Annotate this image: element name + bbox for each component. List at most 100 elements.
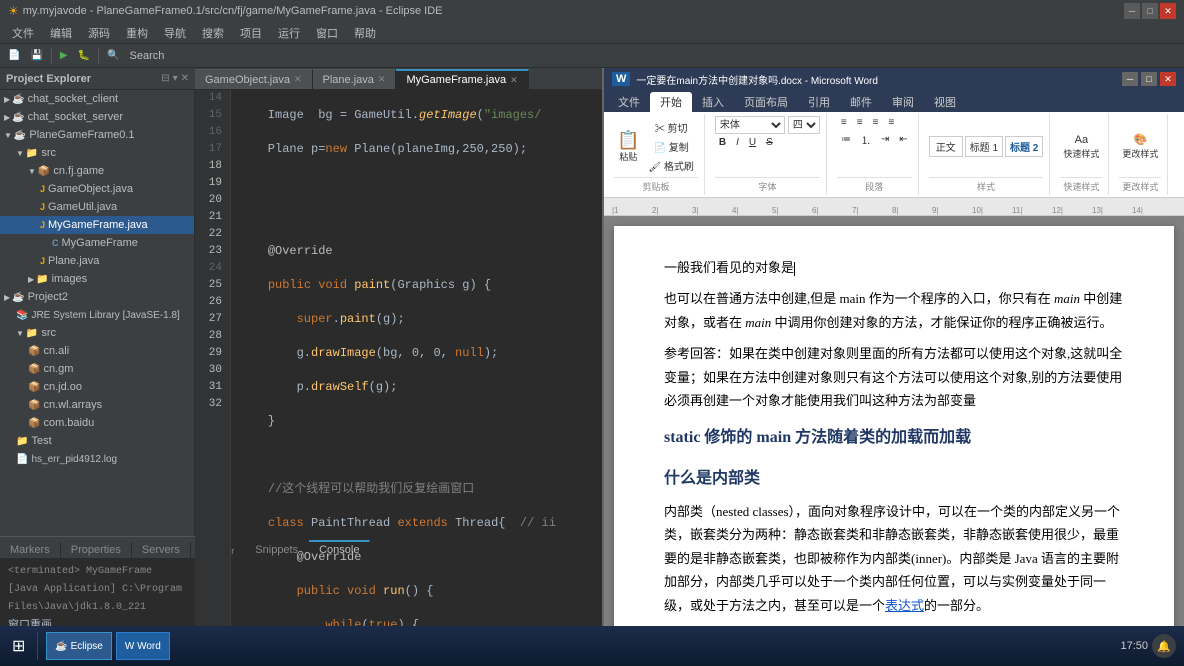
eclipse-close-btn[interactable]: ✕ [1160, 3, 1176, 19]
taskbar-eclipse-btn[interactable]: ☕ Eclipse [46, 632, 111, 660]
tb-new-btn[interactable]: 📄 [4, 47, 24, 65]
ribbon-style-normal-btn[interactable]: 正文 [929, 136, 963, 157]
sidebar-item-gameutil[interactable]: J GameUtil.java [0, 198, 194, 216]
menu-search[interactable]: 搜索 [194, 23, 232, 43]
ribbon-tab-ref[interactable]: 引用 [798, 92, 840, 112]
ribbon-align-right-btn[interactable]: ≡ [869, 116, 883, 129]
code-content[interactable]: Image bg = GameUtil.getImage("images/ Pl… [231, 90, 602, 644]
ribbon-strikethrough-btn[interactable]: S [762, 136, 777, 149]
tab-close-icon[interactable]: ✕ [510, 75, 518, 86]
inner-link[interactable]: 表达式 [885, 598, 924, 613]
ribbon-align-left-btn[interactable]: ≡ [837, 116, 851, 129]
word-doc-area[interactable]: 一般我们看见的对象是 也可以在普通方法中创建,但是 main 作为一个程序的入口… [604, 216, 1184, 646]
sidebar-item-cngm[interactable]: 📦 cn.gm [0, 360, 194, 378]
tab-mygameframe[interactable]: MyGameFrame.java ✕ [396, 69, 528, 89]
tab-markers[interactable]: Markers [0, 542, 61, 558]
menu-run[interactable]: 运行 [270, 23, 308, 43]
sidebar-item-images[interactable]: ▶ 📁 images [0, 270, 194, 288]
eclipse-maximize-btn[interactable]: □ [1142, 3, 1158, 19]
sidebar-collapse-icon[interactable]: ⊟ [161, 73, 169, 84]
ribbon-tab-review[interactable]: 审阅 [882, 92, 924, 112]
word-close-btn[interactable]: ✕ [1160, 72, 1176, 86]
sidebar-item-src[interactable]: ▼ 📁 src [0, 144, 194, 162]
sidebar-item-jre[interactable]: 📚 JRE System Library [JavaSE-1.8] [0, 306, 194, 324]
taskbar-notification[interactable]: 🔔 [1152, 634, 1176, 658]
menu-navigate[interactable]: 导航 [156, 23, 194, 43]
tab-properties[interactable]: Properties [61, 542, 132, 558]
sidebar-item-gameobject[interactable]: J GameObject.java [0, 180, 194, 198]
tab-gameobject[interactable]: GameObject.java ✕ [195, 69, 313, 89]
project-icon: ☕ [14, 130, 26, 141]
ribbon-outdent-btn[interactable]: ⇤ [895, 131, 911, 148]
menu-help[interactable]: 帮助 [346, 23, 384, 43]
sidebar-item-combaidu[interactable]: 📦 com.baidu [0, 414, 194, 432]
ribbon-numlist-btn[interactable]: ⒈ [857, 131, 875, 148]
ribbon-tab-page[interactable]: 页面布局 [734, 92, 798, 112]
sidebar-item-mygameframe-class[interactable]: C MyGameFrame [0, 234, 194, 252]
ribbon-changestyle-btn[interactable]: 🎨 更改样式 [1119, 132, 1161, 161]
tb-debug-btn[interactable]: 🐛 [74, 47, 94, 65]
ribbon-tab-mail[interactable]: 邮件 [840, 92, 882, 112]
project-icon: ☕ [12, 112, 24, 123]
eclipse-minimize-btn[interactable]: ─ [1124, 3, 1140, 19]
font-size-select[interactable]: 四号 [788, 116, 820, 134]
ribbon-tab-insert[interactable]: 插入 [692, 92, 734, 112]
sidebar-item-chat-server[interactable]: ▶ ☕ chat_socket_server [0, 108, 194, 126]
word-maximize-btn[interactable]: □ [1141, 72, 1157, 86]
ribbon-bold-btn[interactable]: B [715, 136, 730, 149]
menu-source[interactable]: 源码 [80, 23, 118, 43]
sidebar-item-cnwlarrays[interactable]: 📦 cn.wl.arrays [0, 396, 194, 414]
sidebar-item-test[interactable]: 📁 Test [0, 432, 194, 450]
ribbon-tab-view[interactable]: 视图 [924, 92, 966, 112]
sidebar-item-planegame[interactable]: ▼ ☕ PlaneGameFrame0.1 [0, 126, 194, 144]
menu-window[interactable]: 窗口 [308, 23, 346, 43]
start-button[interactable]: ⊞ [8, 632, 29, 660]
taskbar-word-btn[interactable]: W Word [116, 632, 170, 660]
ribbon-quickstyle-btn[interactable]: Aa 快速样式 [1060, 133, 1102, 161]
ribbon-paste-btn[interactable]: 📋 粘贴 [614, 130, 642, 164]
arrow-icon: ▶ [28, 275, 34, 284]
ribbon-underline-btn[interactable]: U [745, 136, 760, 149]
sidebar-item-src2[interactable]: ▼ 📁 src [0, 324, 194, 342]
font-label: 字体 [715, 177, 820, 193]
tb-search-btn[interactable]: 🔍 [103, 47, 123, 65]
tab-close-icon[interactable]: ✕ [378, 74, 386, 85]
menu-refactor[interactable]: 重构 [118, 23, 156, 43]
ribbon-style-h2-btn[interactable]: 标题 2 [1005, 136, 1043, 157]
ribbon-tab-home[interactable]: 开始 [650, 92, 692, 112]
ribbon-align-center-btn[interactable]: ≡ [853, 116, 867, 129]
sidebar-item-chat-client[interactable]: ▶ ☕ chat_socket_client [0, 90, 194, 108]
menu-file[interactable]: 文件 [4, 23, 42, 43]
tab-servers[interactable]: Servers [132, 542, 191, 558]
sidebar-item-package[interactable]: ▼ 📦 cn.fj.game [0, 162, 194, 180]
menu-project[interactable]: 项目 [232, 23, 270, 43]
sidebar-item-errlog[interactable]: 📄 hs_err_pid4912.log [0, 450, 194, 468]
ribbon-justify-btn[interactable]: ≡ [884, 116, 898, 129]
eclipse-window-controls[interactable]: ─ □ ✕ [1124, 3, 1176, 19]
tab-close-icon[interactable]: ✕ [294, 74, 302, 85]
tab-plane[interactable]: Plane.java ✕ [313, 69, 397, 89]
ribbon-tab-file[interactable]: 文件 [608, 92, 650, 112]
sidebar-item-cnali[interactable]: 📦 cn.ali [0, 342, 194, 360]
sidebar-item-cnjdoo[interactable]: 📦 cn.jd.oo [0, 378, 194, 396]
tb-save-btn[interactable]: 💾 [26, 47, 46, 65]
ribbon-format-btn[interactable]: 🖌 格式刷 [644, 157, 697, 174]
sidebar-item-mygameframe[interactable]: J MyGameFrame.java [0, 216, 194, 234]
word-window-controls[interactable]: ─ □ ✕ [1122, 72, 1176, 86]
sidebar-menu-icon[interactable]: ▾ [173, 73, 178, 84]
ribbon-copy-btn[interactable]: 📄 复制 [644, 138, 697, 155]
font-family-select[interactable]: 宋体 [715, 116, 785, 134]
code-editor[interactable]: 14 15 16 17 18 19 20 21 22 23 24 25 26 2… [195, 90, 602, 644]
ribbon-list-btn[interactable]: ≔ [837, 131, 855, 148]
ribbon-italic-btn[interactable]: I [732, 136, 743, 149]
sidebar-item-project2[interactable]: ▶ ☕ Project2 [0, 288, 194, 306]
tab-label: MyGameFrame.java [406, 74, 506, 86]
ribbon-style-h1-btn[interactable]: 标题 1 [965, 136, 1003, 157]
sidebar-close-icon[interactable]: ✕ [181, 73, 189, 84]
tb-run-btn[interactable]: ▶ [56, 47, 72, 65]
word-minimize-btn[interactable]: ─ [1122, 72, 1138, 86]
menu-edit[interactable]: 编辑 [42, 23, 80, 43]
ribbon-indent-btn[interactable]: ⇥ [877, 131, 893, 148]
sidebar-item-plane[interactable]: J Plane.java [0, 252, 194, 270]
ribbon-cut-btn[interactable]: ✂ 剪切 [644, 119, 697, 136]
